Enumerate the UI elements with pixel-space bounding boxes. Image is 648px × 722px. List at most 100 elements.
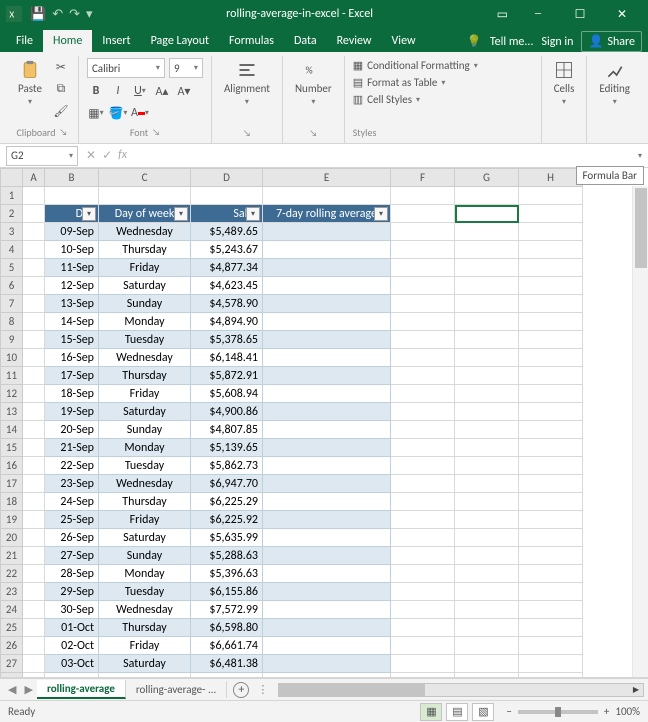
cell[interactable] bbox=[519, 619, 583, 637]
cell[interactable] bbox=[391, 673, 455, 678]
cell[interactable] bbox=[23, 367, 45, 385]
cell[interactable]: $4,623.45 bbox=[191, 277, 263, 295]
cell-styles-button[interactable]: ▥Cell Styles▾ bbox=[353, 92, 420, 107]
cell[interactable] bbox=[263, 223, 391, 241]
cell[interactable] bbox=[263, 349, 391, 367]
cell[interactable] bbox=[391, 187, 455, 205]
cut-icon[interactable]: ✂ bbox=[52, 58, 70, 76]
cell[interactable] bbox=[455, 295, 519, 313]
row-header[interactable]: 10 bbox=[1, 349, 23, 367]
cell[interactable]: Day of week▾ bbox=[99, 205, 191, 223]
row-header[interactable]: 14 bbox=[1, 421, 23, 439]
filter-dropdown-icon[interactable]: ▾ bbox=[82, 207, 96, 221]
cell[interactable] bbox=[391, 277, 455, 295]
cell[interactable] bbox=[519, 331, 583, 349]
cell[interactable] bbox=[23, 385, 45, 403]
cell[interactable]: $4,877.34 bbox=[191, 259, 263, 277]
cell[interactable]: $5,396.63 bbox=[191, 565, 263, 583]
cell[interactable]: 13-Sep bbox=[45, 295, 99, 313]
cell[interactable]: Friday bbox=[99, 259, 191, 277]
cell[interactable] bbox=[23, 493, 45, 511]
cell[interactable] bbox=[519, 241, 583, 259]
cell[interactable]: $5,635.99 bbox=[191, 529, 263, 547]
cell[interactable]: 30-Sep bbox=[45, 601, 99, 619]
cell[interactable]: Wednesday bbox=[99, 223, 191, 241]
cell[interactable] bbox=[455, 475, 519, 493]
cell[interactable] bbox=[263, 565, 391, 583]
cell[interactable] bbox=[263, 403, 391, 421]
cell[interactable] bbox=[23, 583, 45, 601]
cell[interactable] bbox=[263, 529, 391, 547]
cell[interactable]: Saturday bbox=[99, 277, 191, 295]
cell[interactable]: 16-Sep bbox=[45, 349, 99, 367]
cell[interactable]: $6,155.86 bbox=[191, 583, 263, 601]
row-header[interactable]: 11 bbox=[1, 367, 23, 385]
cell[interactable] bbox=[23, 295, 45, 313]
cell[interactable] bbox=[391, 313, 455, 331]
cell[interactable] bbox=[391, 547, 455, 565]
cell[interactable]: Wednesday bbox=[99, 475, 191, 493]
cell[interactable]: $4,807.85 bbox=[191, 421, 263, 439]
cell[interactable]: $6,661.74 bbox=[191, 637, 263, 655]
cell[interactable]: $4,894.90 bbox=[191, 313, 263, 331]
cell[interactable] bbox=[455, 187, 519, 205]
cell[interactable]: Saturday bbox=[99, 403, 191, 421]
cell[interactable]: $6,947.70 bbox=[191, 475, 263, 493]
close-button[interactable]: ✕ bbox=[602, 0, 642, 28]
cell[interactable] bbox=[391, 439, 455, 457]
col-header-B[interactable]: B bbox=[45, 169, 99, 187]
cell[interactable]: Tuesday bbox=[99, 331, 191, 349]
cell[interactable] bbox=[23, 547, 45, 565]
cell[interactable]: 19-Sep bbox=[45, 403, 99, 421]
cell[interactable]: Friday bbox=[99, 511, 191, 529]
cell[interactable] bbox=[455, 655, 519, 673]
cell[interactable] bbox=[391, 565, 455, 583]
row-header[interactable]: 21 bbox=[1, 547, 23, 565]
col-header-C[interactable]: C bbox=[99, 169, 191, 187]
cell[interactable] bbox=[455, 583, 519, 601]
undo-icon[interactable]: ↶ bbox=[52, 7, 63, 22]
cell[interactable] bbox=[519, 583, 583, 601]
filter-dropdown-icon[interactable]: ▾ bbox=[374, 207, 388, 221]
sheet-nav-prev-icon[interactable]: ◀ bbox=[4, 683, 20, 696]
font-color-button[interactable]: A▾ bbox=[131, 104, 149, 122]
row-header[interactable]: 13 bbox=[1, 403, 23, 421]
cell[interactable]: $5,608.94 bbox=[191, 385, 263, 403]
column-headers[interactable]: A B C D E F G H bbox=[1, 169, 583, 187]
cell[interactable]: 15-Sep bbox=[45, 331, 99, 349]
cell[interactable]: $4,900.86 bbox=[191, 403, 263, 421]
cell[interactable] bbox=[455, 529, 519, 547]
cell[interactable] bbox=[455, 547, 519, 565]
maximize-button[interactable]: ☐ bbox=[560, 0, 600, 28]
cell[interactable] bbox=[391, 457, 455, 475]
cell[interactable] bbox=[455, 493, 519, 511]
cell[interactable] bbox=[455, 637, 519, 655]
cell[interactable] bbox=[391, 529, 455, 547]
cell[interactable]: 12-Sep bbox=[45, 277, 99, 295]
cell[interactable]: Monday bbox=[99, 439, 191, 457]
cell[interactable]: Friday bbox=[99, 385, 191, 403]
cell[interactable] bbox=[263, 385, 391, 403]
cell[interactable] bbox=[391, 619, 455, 637]
cell[interactable]: Sales▾ bbox=[191, 205, 263, 223]
cell[interactable]: 18-Sep bbox=[45, 385, 99, 403]
row-header[interactable]: 5 bbox=[1, 259, 23, 277]
cell[interactable]: $5,862.73 bbox=[191, 457, 263, 475]
cell[interactable] bbox=[391, 637, 455, 655]
cell[interactable] bbox=[455, 421, 519, 439]
cell[interactable] bbox=[519, 259, 583, 277]
cell[interactable]: 10-Sep bbox=[45, 241, 99, 259]
cell[interactable] bbox=[263, 313, 391, 331]
cell[interactable]: Saturday bbox=[99, 529, 191, 547]
cell[interactable] bbox=[263, 421, 391, 439]
dialog-launcher-icon[interactable]: ↘ bbox=[152, 127, 160, 138]
cell[interactable] bbox=[519, 457, 583, 475]
share-button[interactable]: 👤 Share bbox=[581, 31, 642, 52]
cell[interactable] bbox=[391, 601, 455, 619]
cell[interactable] bbox=[519, 385, 583, 403]
cell[interactable] bbox=[23, 277, 45, 295]
cell[interactable] bbox=[391, 295, 455, 313]
italic-button[interactable]: I bbox=[109, 82, 127, 100]
cell[interactable] bbox=[263, 511, 391, 529]
copy-icon[interactable]: ⧉ bbox=[52, 80, 70, 98]
